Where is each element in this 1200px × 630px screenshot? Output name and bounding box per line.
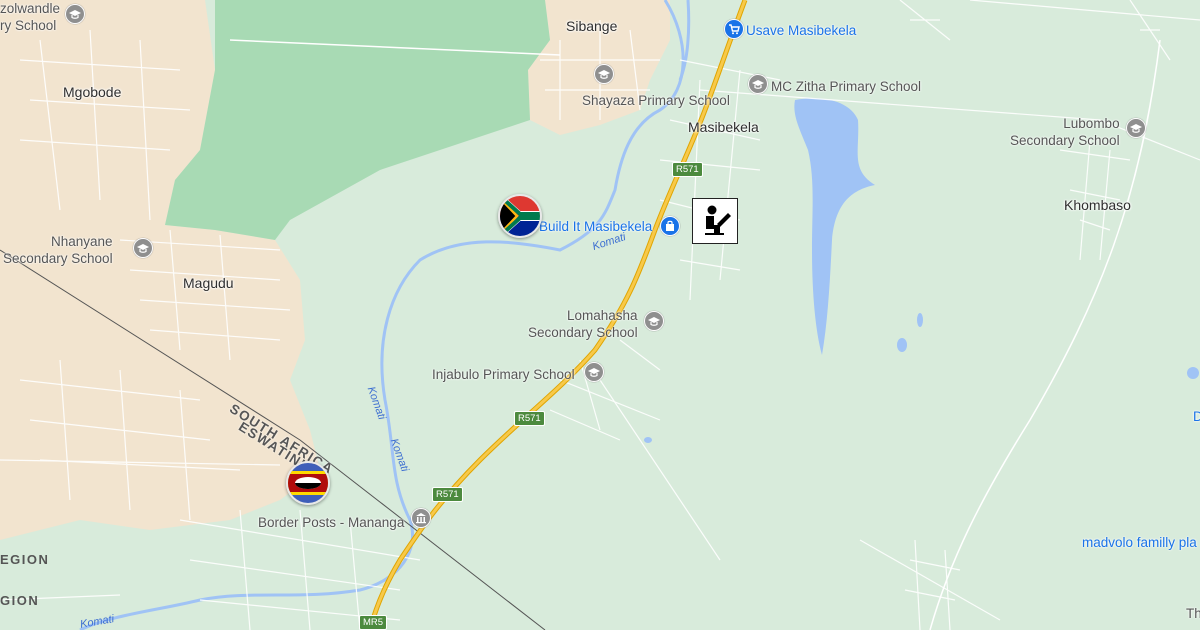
poi-label-buildit[interactable]: Build It Masibekela [539, 218, 652, 235]
poi-label-zolwandle[interactable]: zolwandle ry School [0, 0, 60, 34]
government-building-icon[interactable] [411, 508, 431, 528]
pond [1187, 367, 1199, 379]
town-label-masibekela[interactable]: Masibekela [688, 119, 759, 135]
town-label-khombaso[interactable]: Khombaso [1064, 197, 1131, 213]
poi-label-lubombo[interactable]: Lubombo Secondary School [1010, 115, 1120, 149]
region-label: EGION [0, 552, 50, 567]
school-icon[interactable] [748, 74, 768, 94]
school-icon[interactable] [584, 362, 604, 382]
poi-label-usave[interactable]: Usave Masibekela [746, 22, 856, 39]
town-label-magudu[interactable]: Magudu [183, 275, 234, 291]
pond [897, 338, 907, 352]
road-shield-r571: R571 [672, 162, 703, 177]
poi-label-border[interactable]: Border Posts - Mananga [258, 514, 404, 531]
poi-label-mczitha[interactable]: MC Zitha Primary School [771, 78, 921, 95]
edge-label: D [1193, 409, 1200, 424]
town-label-mgobode[interactable]: Mgobode [63, 84, 121, 100]
eswatini-flag-marker[interactable] [286, 461, 330, 505]
map-canvas[interactable]: Sibange Mgobode Magudu Masibekela Khomba… [0, 0, 1200, 630]
road-shield-r571: R571 [432, 487, 463, 502]
road-shield-r571: R571 [514, 411, 545, 426]
pond [644, 437, 652, 443]
poi-label-shayaza[interactable]: Shayaza Primary School [582, 92, 730, 109]
poi-label-lomahasha[interactable]: Lomahasha Secondary School [528, 307, 638, 341]
south-africa-flag-marker[interactable] [498, 194, 542, 238]
library-reading-icon[interactable] [692, 198, 738, 244]
school-icon[interactable] [65, 4, 85, 24]
shopping-cart-icon[interactable] [724, 19, 744, 39]
poi-label-nhanyane[interactable]: Nhanyane Secondary School [3, 233, 113, 267]
shopping-bag-icon[interactable] [660, 216, 680, 236]
poi-label-madvolo[interactable]: madvolo familly pla [1082, 534, 1197, 551]
poi-label-injabulo[interactable]: Injabulo Primary School [432, 366, 575, 383]
edge-label: Th [1186, 606, 1200, 621]
road-shield-mr5: MR5 [359, 615, 388, 630]
town-label-sibange[interactable]: Sibange [566, 18, 617, 34]
region-label: GION [0, 593, 40, 608]
school-icon[interactable] [594, 64, 614, 84]
school-icon[interactable] [1126, 118, 1146, 138]
school-icon[interactable] [133, 238, 153, 258]
school-icon[interactable] [644, 311, 664, 331]
pond [917, 313, 923, 327]
